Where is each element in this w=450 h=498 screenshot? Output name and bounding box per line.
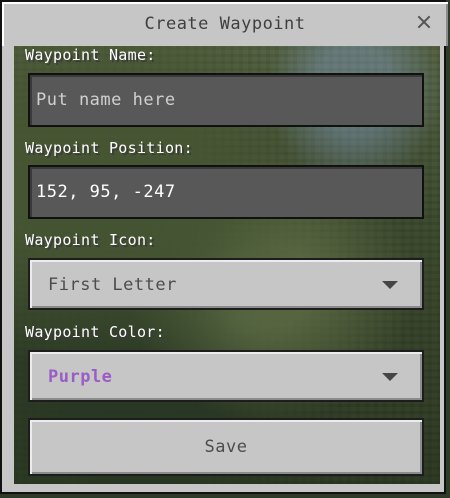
waypoint-position-input[interactable]: 152, 95, -247 [28, 165, 424, 219]
close-icon[interactable] [414, 12, 434, 32]
save-button[interactable]: Save [28, 418, 424, 476]
dialog-content: Waypoint Name: Put name here Waypoint Po… [14, 46, 440, 484]
waypoint-name-placeholder: Put name here [36, 90, 176, 110]
save-button-label: Save [204, 437, 248, 457]
waypoint-name-input[interactable]: Put name here [28, 73, 424, 127]
dialog-titlebar: Create Waypoint [2, 2, 448, 46]
chevron-down-icon [382, 281, 398, 289]
waypoint-position-label: Waypoint Position: [25, 139, 193, 157]
waypoint-icon-selected: First Letter [48, 275, 177, 295]
waypoint-color-dropdown[interactable]: Purple [28, 350, 424, 402]
waypoint-name-label: Waypoint Name: [25, 46, 156, 64]
waypoint-color-selected: Purple [48, 367, 113, 387]
dialog-title: Create Waypoint [144, 14, 306, 34]
waypoint-color-label: Waypoint Color: [25, 323, 165, 341]
create-waypoint-dialog: Create Waypoint Waypoint Name: Put name … [0, 0, 448, 494]
waypoint-position-value: 152, 95, -247 [36, 182, 176, 202]
chevron-down-icon [382, 373, 398, 381]
waypoint-icon-dropdown[interactable]: First Letter [28, 258, 424, 310]
waypoint-icon-label: Waypoint Icon: [25, 231, 156, 249]
